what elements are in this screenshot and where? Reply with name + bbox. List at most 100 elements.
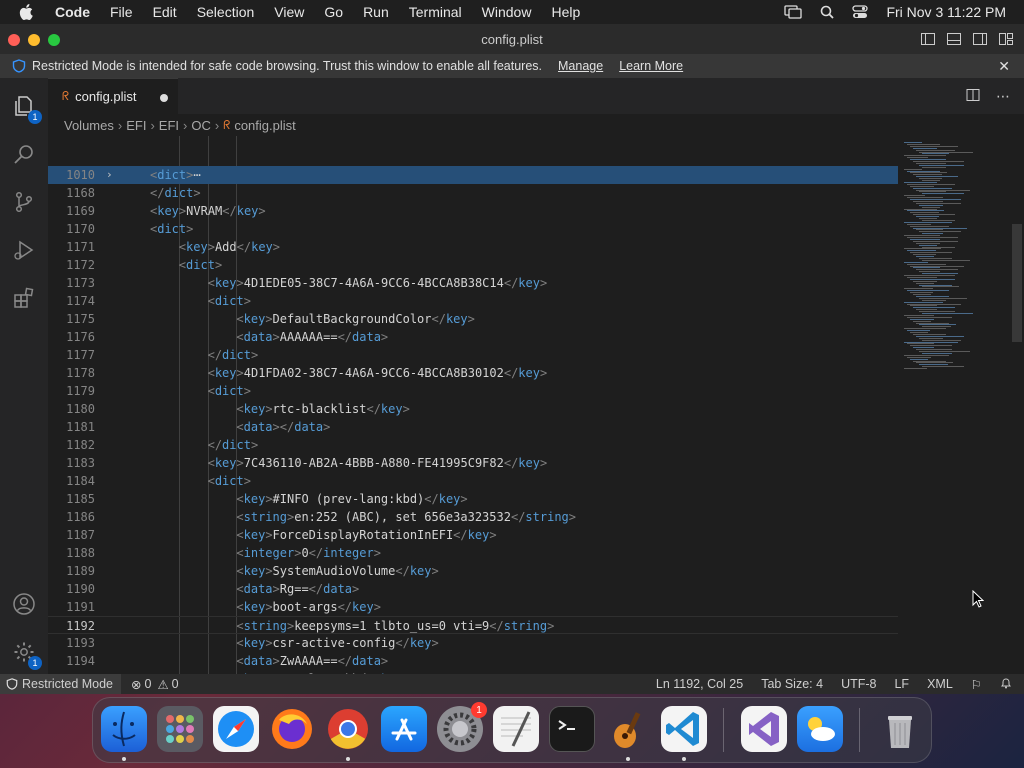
code-line[interactable]: 1186 <string>en:252 (ABC), set 656e3a3235… xyxy=(48,508,898,526)
manage-gear-icon[interactable]: 1 xyxy=(10,638,42,670)
spotlight-search-icon[interactable] xyxy=(820,5,835,19)
toggle-secondary-sidebar-icon[interactable] xyxy=(972,31,988,47)
safari-icon[interactable] xyxy=(213,706,259,752)
minimap[interactable] xyxy=(898,136,1010,680)
trash-icon[interactable] xyxy=(877,706,923,752)
restricted-mode-status[interactable]: Restricted Mode xyxy=(0,674,122,694)
code-line[interactable]: 1183 <key>7C436110-AB2A-4BBB-A880-FE41995… xyxy=(48,454,898,472)
menu-help[interactable]: Help xyxy=(551,4,580,20)
tab-config-plist[interactable]: ᖇ config.plist xyxy=(48,78,178,114)
breadcrumb-item[interactable]: OC xyxy=(191,118,211,133)
chrome-icon[interactable] xyxy=(325,706,371,752)
search-icon[interactable] xyxy=(10,140,38,168)
menu-edit[interactable]: Edit xyxy=(153,4,177,20)
end-of-line[interactable]: LF xyxy=(894,677,909,691)
launchpad-icon[interactable] xyxy=(157,706,203,752)
scrollbar-thumb[interactable] xyxy=(1012,224,1022,342)
code-line[interactable]: 1178 <key>4D1FDA02-38C7-4A6A-9CC6-4BCCA8B… xyxy=(48,364,898,382)
breadcrumb-item[interactable]: config.plist xyxy=(234,118,295,133)
tag-bracket: < xyxy=(207,474,215,488)
menu-window[interactable]: Window xyxy=(482,4,532,20)
code-line[interactable]: 1172 <dict> xyxy=(48,256,898,274)
code-line[interactable]: 1182 </dict> xyxy=(48,436,898,454)
toggle-primary-sidebar-icon[interactable] xyxy=(920,31,936,47)
learn-more-link[interactable]: Learn More xyxy=(619,59,683,73)
menu-bar-clock[interactable]: Fri Nov 3 11:22 PM xyxy=(886,4,1006,20)
code-line[interactable]: 1173 <key>4D1EDE05-38C7-4A6A-9CC6-4BCCA8B… xyxy=(48,274,898,292)
breadcrumb-item[interactable]: Volumes xyxy=(64,118,114,133)
code-line[interactable]: 1177 </dict> xyxy=(48,346,898,364)
code-line[interactable]: 1187 <key>ForceDisplayRotationInEFI</key> xyxy=(48,526,898,544)
run-and-debug-icon[interactable] xyxy=(10,236,38,264)
problems-status[interactable]: ⊗ 0 ⚠ 0 xyxy=(131,677,179,692)
unsaved-dot-icon[interactable] xyxy=(160,94,168,102)
encoding[interactable]: UTF-8 xyxy=(841,677,876,691)
system-settings-icon[interactable]: 1 xyxy=(437,702,487,752)
menu-file[interactable]: File xyxy=(110,4,133,20)
weather-icon[interactable] xyxy=(797,706,843,752)
menu-view[interactable]: View xyxy=(274,4,304,20)
code-line[interactable]: 1181 <data></data> xyxy=(48,418,898,436)
feedback-icon[interactable]: ⚐ xyxy=(971,677,982,692)
code-line[interactable]: 1179 <dict> xyxy=(48,382,898,400)
menu-selection[interactable]: Selection xyxy=(197,4,255,20)
tag-bracket: </ xyxy=(207,348,223,362)
app-store-icon[interactable] xyxy=(381,706,427,752)
fold-chevron-icon[interactable]: › xyxy=(106,166,113,184)
code-text: <key>ForceDisplayRotationInEFI</key> xyxy=(236,526,496,544)
code-line[interactable]: 1192 <string>keepsyms=1 tlbto_us=0 vti=9<… xyxy=(48,616,898,634)
code-line[interactable]: 1010 › <dict>⋯ xyxy=(48,166,898,184)
source-control-icon[interactable] xyxy=(10,188,38,216)
menu-go[interactable]: Go xyxy=(324,4,343,20)
language-mode[interactable]: XML xyxy=(927,677,953,691)
tab-size[interactable]: Tab Size: 4 xyxy=(761,677,823,691)
code-line[interactable]: 1170 <dict> xyxy=(48,220,898,238)
screen-mirroring-icon[interactable] xyxy=(784,5,803,19)
customize-layout-icon[interactable] xyxy=(998,31,1014,47)
finder-icon[interactable] xyxy=(101,706,147,752)
code-line[interactable]: 1190 <data>Rg==</data> xyxy=(48,580,898,598)
settings-notification-badge: 1 xyxy=(471,702,487,718)
toggle-panel-icon[interactable] xyxy=(946,31,962,47)
cursor-position[interactable]: Ln 1192, Col 25 xyxy=(656,677,743,691)
notifications-bell-icon[interactable] xyxy=(1000,677,1012,692)
code-line[interactable]: 1191 <key>boot-args</key> xyxy=(48,598,898,616)
code-line[interactable]: 1176 <data>AAAAAA==</data> xyxy=(48,328,898,346)
accounts-icon[interactable] xyxy=(10,590,38,618)
code-line[interactable]: 1171 <key>Add</key> xyxy=(48,238,898,256)
firefox-icon[interactable] xyxy=(269,706,315,752)
code-line[interactable]: 1175 <key>DefaultBackgroundColor</key> xyxy=(48,310,898,328)
close-banner-icon[interactable]: ✕ xyxy=(998,58,1010,75)
garageband-icon[interactable] xyxy=(605,706,651,752)
vertical-scrollbar[interactable] xyxy=(1010,136,1024,680)
code-line[interactable]: 1174 <dict> xyxy=(48,292,898,310)
explorer-icon[interactable]: 1 xyxy=(10,92,42,124)
code-line[interactable]: 1188 <integer>0</integer> xyxy=(48,544,898,562)
breadcrumb-item[interactable]: EFI xyxy=(159,118,179,133)
split-editor-icon[interactable] xyxy=(966,88,980,105)
code-line[interactable]: 1194 <data>ZwAAAA==</data> xyxy=(48,652,898,670)
apple-icon[interactable] xyxy=(19,4,39,20)
more-actions-icon[interactable]: ⋯ xyxy=(996,88,1010,105)
code-line[interactable]: 1185 <key>#INFO (prev-lang:kbd)</key> xyxy=(48,490,898,508)
code-line[interactable]: 1193 <key>csr-active-config</key> xyxy=(48,634,898,652)
terminal-icon[interactable] xyxy=(549,706,595,752)
vscode-icon[interactable] xyxy=(661,706,707,752)
code-line[interactable]: 1169 <key>NVRAM</key> xyxy=(48,202,898,220)
tag-bracket: < xyxy=(236,654,244,668)
textedit-icon[interactable] xyxy=(493,706,539,752)
manage-link[interactable]: Manage xyxy=(558,59,603,73)
code-line[interactable]: 1168 </dict> xyxy=(48,184,898,202)
code-line[interactable]: 1189 <key>SystemAudioVolume</key> xyxy=(48,562,898,580)
code-line[interactable]: 1180 <key>rtc-blacklist</key> xyxy=(48,400,898,418)
control-center-icon[interactable] xyxy=(852,5,869,19)
code-line[interactable]: 1184 <dict> xyxy=(48,472,898,490)
menu-app-name[interactable]: Code xyxy=(55,4,90,20)
visual-studio-icon[interactable] xyxy=(741,706,787,752)
menu-run[interactable]: Run xyxy=(363,4,389,20)
code-editor[interactable]: 1010 › <dict>⋯ 1168 </dict> 1169 <key>NVRAM</k… xyxy=(48,136,898,680)
breadcrumb-item[interactable]: EFI xyxy=(126,118,146,133)
menu-terminal[interactable]: Terminal xyxy=(409,4,462,20)
minimap-line xyxy=(919,297,967,299)
extensions-icon[interactable] xyxy=(10,284,38,312)
